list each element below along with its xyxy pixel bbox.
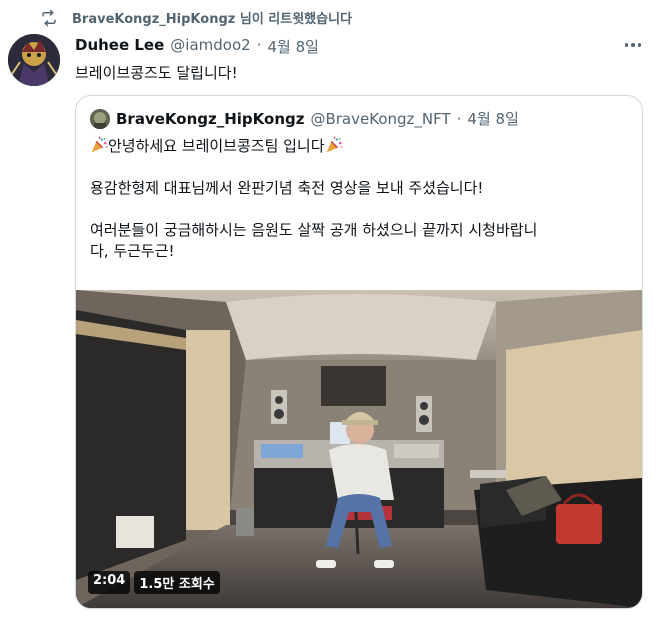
message-line: 여러분들이 궁금해하시는 음원도 살짝 공개 하셨으니 끝까지 시청바랍니 bbox=[90, 221, 538, 239]
party-popper-icon bbox=[326, 136, 343, 153]
quoted-tweet-text: 안녕하세요 브레이브콩즈팀 입니다 용감한형제 대표님께서 완판기념 축전 영상… bbox=[90, 136, 630, 262]
quoted-avatar[interactable] bbox=[90, 108, 110, 129]
quoted-tweet-header: BraveKongz_HipKongz @BraveKongz_NFT · 4월… bbox=[90, 108, 519, 129]
quoted-separator: · bbox=[456, 109, 462, 128]
retweet-icon bbox=[42, 9, 56, 26]
avatar[interactable] bbox=[8, 34, 60, 86]
video-player[interactable]: 2:04 1.5만 조회수 bbox=[76, 290, 642, 608]
author-handle[interactable]: @iamdoo2 bbox=[170, 36, 250, 57]
video-thumbnail bbox=[76, 290, 642, 608]
quoted-date[interactable]: 4월 8일 bbox=[467, 108, 518, 129]
video-badges: 2:04 1.5만 조회수 bbox=[88, 571, 220, 594]
tweet-text: 브레이브콩즈도 달립니다! bbox=[75, 64, 238, 82]
video-duration: 2:04 bbox=[88, 571, 131, 594]
more-button[interactable] bbox=[622, 36, 644, 54]
separator: · bbox=[256, 36, 262, 54]
retweet-text[interactable]: BraveKongz_HipKongz 님이 리트윗했습니다 bbox=[72, 8, 352, 27]
message-line: 용감한형제 대표님께서 완판기념 축전 영상을 보내 주셨습니다! bbox=[90, 179, 484, 197]
quoted-tweet[interactable]: BraveKongz_HipKongz @BraveKongz_NFT · 4월… bbox=[75, 95, 643, 609]
tweet-date[interactable]: 4월 8일 bbox=[267, 36, 318, 57]
tweet-header: Duhee Lee @iamdoo2 · 4월 8일 bbox=[75, 36, 319, 57]
more-icon bbox=[624, 43, 629, 47]
video-view-count: 1.5만 조회수 bbox=[134, 571, 220, 594]
quoted-author-name[interactable]: BraveKongz_HipKongz bbox=[116, 110, 304, 128]
quoted-author-handle[interactable]: @BraveKongz_NFT bbox=[310, 110, 450, 128]
greeting-text: 안녕하세요 브레이브콩즈팀 입니다 bbox=[108, 137, 325, 155]
message-line: 다, 두근두근! bbox=[90, 242, 175, 260]
retweet-context[interactable]: BraveKongz_HipKongz 님이 리트윗했습니다 bbox=[40, 8, 352, 27]
party-popper-icon bbox=[91, 136, 108, 153]
greeting-line: 안녕하세요 브레이브콩즈팀 입니다 bbox=[90, 136, 630, 157]
author-name[interactable]: Duhee Lee bbox=[75, 36, 164, 57]
